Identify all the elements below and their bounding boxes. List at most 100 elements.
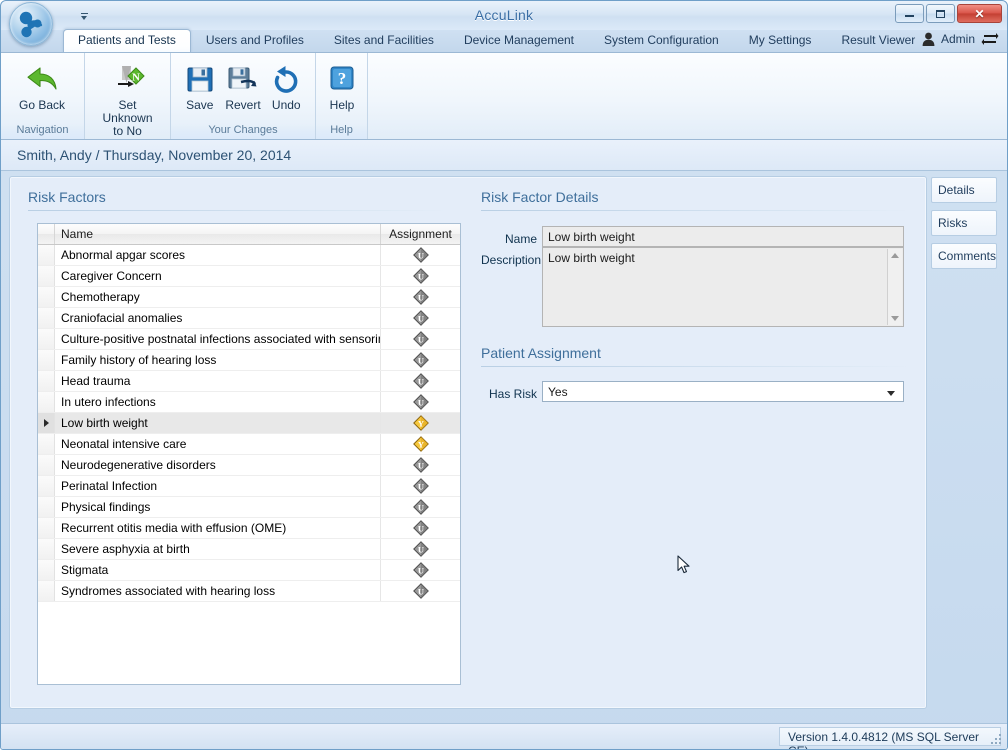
risk-factors-grid[interactable]: Name Assignment Abnormal apgar scores U Ca… — [37, 223, 461, 685]
set-unknown-to-no-label: Set Unknown to No — [102, 98, 153, 138]
table-row[interactable]: Physical findings U — [38, 497, 460, 518]
app-title: AccuLink — [474, 7, 534, 23]
assignment-cell[interactable]: U — [381, 266, 460, 286]
scroll-up-icon[interactable] — [891, 253, 899, 258]
chevron-down-icon[interactable] — [887, 391, 895, 396]
assignment-unknown-diamond-icon: U — [412, 457, 429, 473]
assignment-cell[interactable]: U — [381, 308, 460, 328]
side-tab-risks[interactable]: Risks — [931, 210, 997, 236]
tab-system-configuration[interactable]: System Configuration — [589, 29, 734, 52]
table-row[interactable]: Stigmata U — [38, 560, 460, 581]
tab-users-and-profiles[interactable]: Users and Profiles — [191, 29, 319, 52]
tab-my-settings[interactable]: My Settings — [734, 29, 827, 52]
assignment-cell[interactable]: U — [381, 371, 460, 391]
table-row[interactable]: Abnormal apgar scores U — [38, 245, 460, 266]
ribbon-tab-strip: Patients and Tests Users and Profiles Si… — [1, 29, 1007, 53]
resize-gripper-icon[interactable] — [991, 734, 1003, 746]
svg-text:U: U — [417, 251, 423, 261]
assignment-cell[interactable]: U — [381, 581, 460, 601]
risk-factor-name-cell: Perinatal Infection — [55, 476, 381, 496]
svg-text:Y: Y — [417, 419, 423, 429]
ribbon-group-help: ? Help Help — [316, 53, 368, 139]
detail-name-value: Low birth weight — [542, 226, 904, 247]
table-row[interactable]: Neonatal intensive care Y — [38, 434, 460, 455]
help-button[interactable]: ? Help — [324, 58, 360, 116]
tab-result-viewer[interactable]: Result Viewer — [826, 29, 930, 52]
assignment-cell[interactable]: U — [381, 455, 460, 475]
save-button[interactable]: Save — [179, 58, 220, 116]
row-indicator-cell — [38, 371, 55, 391]
assignment-cell[interactable]: U — [381, 539, 460, 559]
assignment-cell[interactable]: Y — [381, 413, 460, 433]
assignment-unknown-diamond-icon: U — [412, 541, 429, 557]
table-row[interactable]: Chemotherapy U — [38, 287, 460, 308]
grid-header-indicator — [38, 224, 55, 244]
row-indicator-cell — [38, 392, 55, 412]
undo-button[interactable]: Undo — [266, 58, 307, 116]
assignment-cell[interactable]: U — [381, 497, 460, 517]
grid-header-row: Name Assignment — [38, 224, 460, 245]
assignment-cell[interactable]: U — [381, 287, 460, 307]
undo-arrow-icon — [270, 62, 302, 96]
table-row[interactable]: Perinatal Infection U — [38, 476, 460, 497]
assignment-cell[interactable]: Y — [381, 434, 460, 454]
table-row[interactable]: In utero infections U — [38, 392, 460, 413]
description-scrollbar[interactable] — [887, 249, 902, 325]
tab-patients-and-tests[interactable]: Patients and Tests — [63, 29, 191, 53]
scroll-down-icon[interactable] — [891, 316, 899, 321]
switch-user-icon[interactable] — [981, 32, 999, 46]
table-row[interactable]: Severe asphyxia at birth U — [38, 539, 460, 560]
assignment-cell[interactable]: U — [381, 350, 460, 370]
assignment-unknown-diamond-icon: U — [412, 289, 429, 305]
tab-device-management[interactable]: Device Management — [449, 29, 589, 52]
row-indicator-cell — [38, 266, 55, 286]
patient-assignment-title: Patient Assignment — [481, 345, 601, 361]
detail-description-box: Low birth weight — [542, 247, 904, 327]
side-tab-details[interactable]: Details — [931, 177, 997, 203]
mouse-cursor — [677, 555, 690, 574]
table-row[interactable]: Low birth weight Y — [38, 413, 460, 434]
side-tab-comments[interactable]: Comments — [931, 243, 997, 269]
close-button[interactable]: ✕ — [957, 4, 1002, 23]
assignment-cell[interactable]: U — [381, 476, 460, 496]
table-row[interactable]: Caregiver Concern U — [38, 266, 460, 287]
svg-text:U: U — [417, 335, 423, 345]
minimize-button[interactable] — [895, 4, 924, 23]
has-risk-select[interactable]: Yes — [542, 381, 904, 402]
tab-sites-and-facilities[interactable]: Sites and Facilities — [319, 29, 449, 52]
table-row[interactable]: Neurodegenerative disorders U — [38, 455, 460, 476]
maximize-button[interactable] — [926, 4, 955, 23]
grid-header-name[interactable]: Name — [55, 224, 381, 244]
user-icon — [922, 32, 935, 46]
patient-header-text: Smith, Andy / Thursday, November 20, 201… — [17, 147, 292, 163]
table-row[interactable]: Recurrent otitis media with effusion (OM… — [38, 518, 460, 539]
table-row[interactable]: Family history of hearing loss U — [38, 350, 460, 371]
undo-label: Undo — [271, 98, 301, 112]
revert-button[interactable]: Revert — [220, 58, 265, 116]
svg-text:U: U — [417, 314, 423, 324]
risk-factor-name-cell: Neurodegenerative disorders — [55, 455, 381, 475]
table-row[interactable]: Craniofacial anomalies U — [38, 308, 460, 329]
table-row[interactable]: Culture-positive postnatal infections as… — [38, 329, 460, 350]
assignment-cell[interactable]: U — [381, 560, 460, 580]
row-indicator-cell — [38, 476, 55, 496]
go-back-button[interactable]: Go Back — [9, 58, 75, 116]
assignment-unknown-diamond-icon: U — [412, 268, 429, 284]
acculink-orb-logo[interactable] — [9, 2, 53, 46]
go-back-arrow-icon — [25, 62, 59, 96]
customize-quick-access-toolbar-icon[interactable] — [71, 7, 95, 24]
assignment-cell[interactable]: U — [381, 518, 460, 538]
ribbon-toolbar: Go Back Navigation N Set Unknown to No S… — [1, 52, 1007, 157]
grid-header-assignment[interactable]: Assignment — [381, 224, 460, 244]
assignment-cell[interactable]: U — [381, 329, 460, 349]
table-row[interactable]: Syndromes associated with hearing loss U — [38, 581, 460, 602]
svg-text:U: U — [417, 377, 423, 387]
assignment-unknown-diamond-icon: U — [412, 478, 429, 494]
table-row[interactable]: Head trauma U — [38, 371, 460, 392]
risk-factor-name-cell: Caregiver Concern — [55, 266, 381, 286]
set-unknown-to-no-button[interactable]: N Set Unknown to No — [93, 58, 162, 142]
risk-factor-name-cell: Stigmata — [55, 560, 381, 580]
assignment-cell[interactable]: U — [381, 392, 460, 412]
row-indicator-cell — [38, 413, 55, 433]
assignment-cell[interactable]: U — [381, 245, 460, 265]
